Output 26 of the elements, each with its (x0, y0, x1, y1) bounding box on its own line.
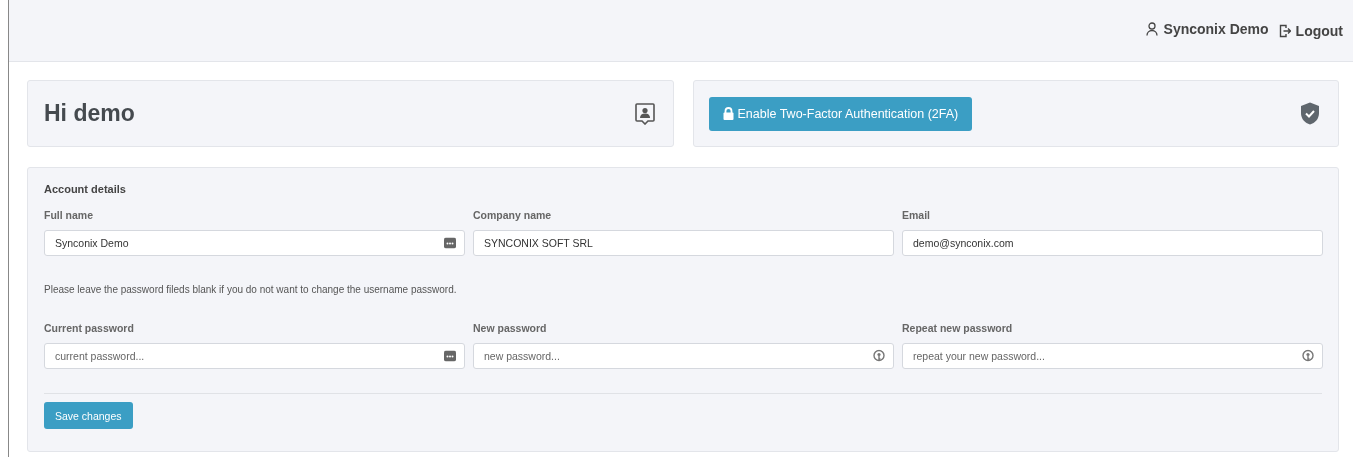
input-field[interactable]: Synconix Demo (44, 230, 465, 256)
field-label: Company name (473, 209, 553, 221)
input-field[interactable]: SYNCONIX SOFT SRL (473, 230, 894, 256)
password-manager-icon[interactable] (444, 350, 456, 362)
lock-icon (722, 107, 734, 120)
password-note: Please leave the password fileds blank if you do not want to change the username password. (44, 284, 458, 295)
user-name[interactable]: Synconix Demo (1163, 20, 1269, 37)
field-label: New password (473, 322, 548, 334)
greeting-title: Hi demo (44, 100, 135, 127)
section-title: Account details (44, 183, 127, 195)
input-field[interactable]: repeat your new password... (902, 343, 1323, 369)
contact-card-icon (634, 102, 655, 125)
field-label: Current password (44, 322, 135, 334)
password-manager-icon[interactable] (444, 237, 456, 249)
key-icon[interactable] (1302, 349, 1314, 363)
shield-check-icon (1300, 102, 1320, 125)
field-label: Full name (44, 209, 94, 221)
field-label: Repeat new password (902, 322, 1014, 334)
input-field[interactable]: current password... (44, 343, 465, 369)
input-field[interactable]: demo@synconix.com (902, 230, 1323, 256)
user-icon (1145, 21, 1158, 36)
key-icon[interactable] (873, 349, 885, 363)
input-field[interactable]: new password... (473, 343, 894, 369)
logout-button[interactable]: Logout (1278, 22, 1343, 39)
logout-icon (1278, 23, 1291, 38)
field-label: Email (902, 209, 931, 221)
